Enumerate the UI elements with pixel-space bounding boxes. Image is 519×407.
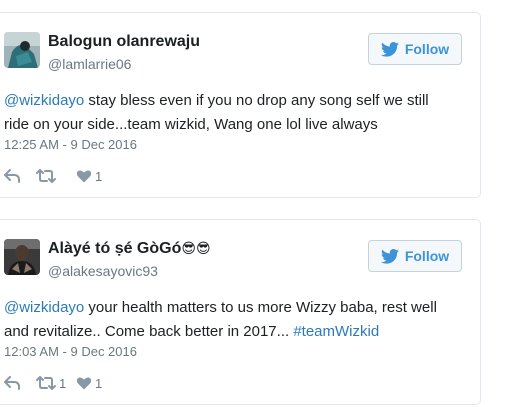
reply-button[interactable]: [4, 169, 36, 183]
retweet-count: 1: [59, 375, 67, 391]
like-count: 1: [95, 375, 103, 391]
follow-button[interactable]: Follow: [368, 33, 462, 65]
tweet-text: @wizkidayo stay bless even if you no dro…: [4, 89, 464, 137]
like-button[interactable]: 1: [76, 376, 102, 391]
tweet-card: Balogun olanrewaju @lamlarrie06 Follow @…: [0, 12, 481, 198]
user-name[interactable]: Alàyé tó ṣé GòGó😎😎: [48, 240, 211, 258]
profile-photo-icon: [4, 239, 40, 275]
tweet-text-line2: and revitalize.. Come back better in 201…: [4, 323, 294, 340]
tweet-actions: 1 1: [4, 373, 102, 393]
retweet-icon: [36, 376, 56, 390]
tweet-actions: 1: [4, 166, 102, 186]
user-name[interactable]: Balogun olanrewaju: [48, 33, 200, 51]
follow-button[interactable]: Follow: [368, 240, 462, 272]
profile-photo-icon: [4, 32, 40, 68]
tweet-text: @wizkidayo your health matters to us mor…: [4, 296, 464, 344]
avatar[interactable]: [4, 32, 40, 68]
page: Balogun olanrewaju @lamlarrie06 Follow @…: [0, 0, 519, 407]
heart-icon: [76, 170, 92, 183]
tweet-text-line2: ride on your side...team wizkid, Wang on…: [4, 116, 378, 133]
reply-icon: [4, 169, 20, 183]
tweet-card: Alàyé tó ṣé GòGó😎😎 @alakesayovic93 Follo…: [0, 219, 481, 405]
retweet-button[interactable]: 1: [36, 376, 76, 391]
sunglasses-emoji: 😎😎: [181, 240, 211, 256]
user-handle[interactable]: @alakesayovic93: [48, 263, 158, 279]
mention-link[interactable]: @wizkidayo: [4, 299, 84, 316]
follow-label: Follow: [404, 41, 450, 57]
heart-icon: [76, 377, 92, 390]
twitter-bird-icon: [380, 248, 399, 264]
retweet-icon: [36, 169, 56, 183]
tweet-text-line1: stay bless even if you no drop any song …: [84, 92, 429, 109]
tweet-timestamp[interactable]: 12:03 AM - 9 Dec 2016: [4, 344, 137, 359]
like-count: 1: [95, 168, 103, 184]
follow-label: Follow: [404, 248, 450, 264]
mention-link[interactable]: @wizkidayo: [4, 92, 84, 109]
user-handle[interactable]: @lamlarrie06: [48, 56, 131, 72]
like-button[interactable]: 1: [76, 169, 102, 184]
tweet-timestamp[interactable]: 12:25 AM - 9 Dec 2016: [4, 137, 137, 152]
retweet-button[interactable]: [36, 169, 76, 183]
avatar[interactable]: [4, 239, 40, 275]
tweet-text-line1: your health matters to us more Wizzy bab…: [84, 299, 437, 316]
reply-button[interactable]: [4, 376, 36, 390]
twitter-bird-icon: [380, 41, 399, 57]
reply-icon: [4, 376, 20, 390]
hashtag-link[interactable]: #teamWizkid: [293, 323, 379, 340]
